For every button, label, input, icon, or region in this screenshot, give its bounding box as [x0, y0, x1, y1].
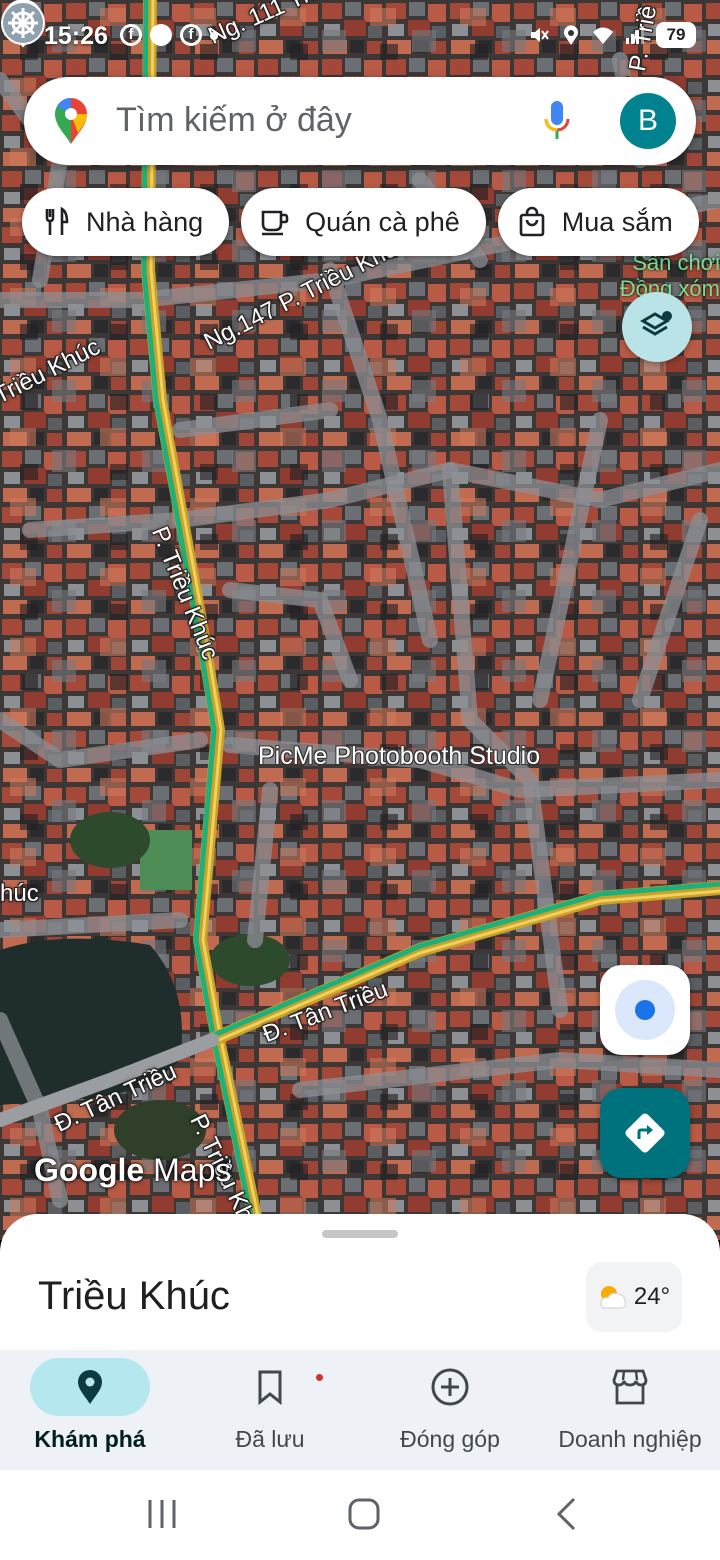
battery-level: 79 [656, 22, 696, 48]
facebook-notification-icon: f [120, 24, 142, 46]
drag-handle[interactable] [322, 1230, 398, 1238]
nav-saved-pill [210, 1358, 330, 1416]
street-label-khuc-partial: húc [0, 880, 39, 907]
saved-notification-badge [314, 1372, 325, 1383]
nav-business-label: Doanh nghiệp [558, 1426, 702, 1452]
chip-restaurants[interactable]: Nhà hàng [22, 188, 230, 256]
my-location-button[interactable] [600, 965, 690, 1055]
nav-business-pill [570, 1358, 690, 1416]
chip-restaurants-label: Nhà hàng [86, 206, 204, 237]
chip-shopping-label: Mua sắm [561, 206, 673, 237]
satellite-map[interactable]: Ng. 111 Triều 87 P. Triề Ng.147 P. Triều… [0, 0, 720, 1240]
notification-icons: f f [120, 24, 218, 46]
area-title: Triều Khúc [38, 1274, 230, 1318]
system-navigation-bar [0, 1470, 720, 1560]
directions-button[interactable] [600, 1088, 690, 1178]
search-bar[interactable]: B [24, 77, 696, 165]
maps-logo-word: Maps [153, 1152, 232, 1188]
google-maps-pin-icon [55, 97, 87, 144]
layers-icon [640, 311, 672, 336]
layers-button[interactable] [622, 292, 692, 362]
explore-pin-icon [78, 1370, 102, 1404]
location-status-icon [564, 25, 578, 45]
nav-business[interactable]: Doanh nghiệp [540, 1350, 720, 1470]
account-avatar[interactable]: B [620, 93, 676, 149]
storefront-icon [612, 1369, 648, 1405]
nav-explore[interactable]: Khám phá [0, 1350, 180, 1470]
coffee-icon [261, 210, 289, 236]
nav-saved-label: Đã lưu [235, 1426, 305, 1452]
category-chips: Nhà hàng Quán cà phê Mua sắm [22, 188, 699, 256]
status-time: 15:26 [44, 22, 108, 50]
search-input[interactable] [116, 95, 536, 145]
temperature: 24° [633, 1283, 671, 1310]
google-maps-logo: Google Maps [34, 1152, 231, 1189]
microphone-icon[interactable] [542, 99, 572, 143]
bookmark-icon [258, 1370, 282, 1405]
signal-icon [626, 26, 644, 44]
wifi-icon [593, 27, 613, 44]
mute-icon [531, 28, 549, 42]
map-imagery [0, 0, 720, 1240]
status-bar: 15:26 f f 79 [0, 0, 720, 72]
recent-apps-icon[interactable] [146, 1496, 178, 1532]
restaurant-icon [45, 206, 69, 235]
bottom-navigation: Khám phá Đã lưu Đóng góp Doanh nghiệp [0, 1350, 720, 1470]
add-circle-icon [431, 1368, 469, 1406]
screen: Ng. 111 Triều 87 P. Triề Ng.147 P. Triều… [0, 0, 720, 1560]
bottom-sheet[interactable]: Triều Khúc 24° [0, 1214, 720, 1354]
weather-chip[interactable]: 24° [586, 1262, 682, 1332]
chip-coffee-label: Quán cà phê [305, 206, 460, 237]
chip-coffee[interactable]: Quán cà phê [241, 188, 486, 256]
nav-explore-label: Khám phá [34, 1426, 146, 1452]
facebook-notification-icon-2: f [180, 24, 202, 46]
messenger-notification-icon [150, 24, 172, 46]
chip-shopping[interactable]: Mua sắm [497, 188, 699, 256]
home-icon[interactable] [346, 1496, 382, 1532]
nav-contribute[interactable]: Đóng góp [360, 1350, 540, 1470]
my-location-icon [615, 980, 675, 1040]
poi-label[interactable]: PicMe Photobooth Studio [258, 742, 540, 771]
shopping-bag-icon [519, 206, 545, 237]
partly-cloudy-icon [599, 1286, 627, 1309]
status-right-icons: 79 [528, 22, 696, 48]
directions-icon [625, 1113, 665, 1153]
nav-contribute-label: Đóng góp [400, 1426, 500, 1452]
back-icon[interactable] [552, 1496, 580, 1532]
nav-saved[interactable]: Đã lưu [180, 1350, 360, 1470]
more-notifications-dot-icon [210, 32, 218, 40]
nav-contribute-pill [390, 1358, 510, 1416]
nav-explore-pill [30, 1358, 150, 1416]
location-dot [635, 1000, 655, 1020]
google-logo-word: Google [34, 1152, 145, 1188]
